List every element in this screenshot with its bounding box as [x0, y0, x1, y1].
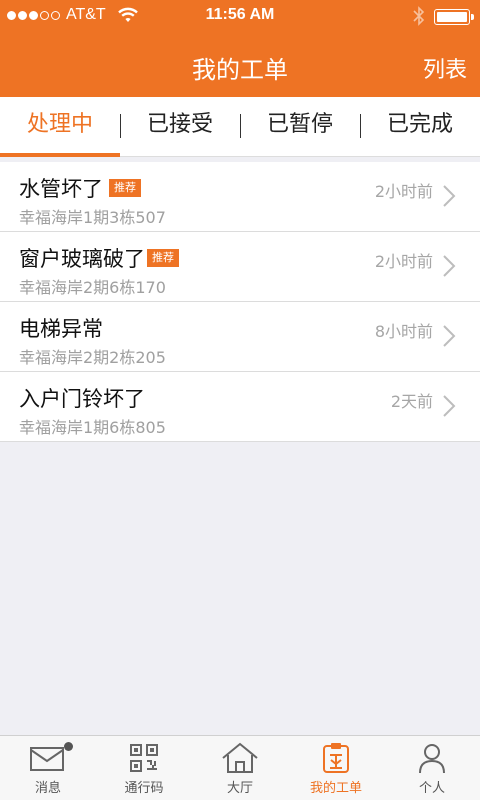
bottom-tab-bar: 消息 通行码 大厅 我的工单 个人	[0, 735, 480, 800]
qr-code-icon	[130, 744, 158, 772]
order-time: 2小时前	[374, 252, 433, 271]
order-address: 幸福海岸1期3栋507	[19, 208, 166, 227]
tab-completed[interactable]: 已完成	[360, 97, 480, 156]
status-tabs: 处理中 已接受 已暂停 已完成	[0, 97, 480, 157]
order-time: 2小时前	[374, 182, 433, 201]
order-title: 窗户玻璃破了	[19, 247, 145, 271]
tab-accepted[interactable]: 已接受	[120, 97, 240, 156]
recommend-badge: 推荐	[147, 249, 179, 267]
envelope-icon	[30, 747, 64, 771]
chevron-right-icon	[443, 395, 456, 417]
tabbar-item-messages[interactable]: 消息	[0, 736, 96, 800]
status-time: 11:56 AM	[205, 6, 275, 23]
tabbar-label: 个人	[418, 781, 445, 796]
chevron-right-icon	[443, 325, 456, 347]
recommend-badge: 推荐	[109, 179, 141, 197]
order-time: 2天前	[390, 392, 433, 411]
list-item[interactable]: 水管坏了 推荐 幸福海岸1期3栋507 2小时前	[0, 162, 480, 232]
bluetooth-icon	[413, 6, 425, 26]
page-title: 我的工单	[192, 56, 288, 84]
tabbar-label: 我的工单	[309, 781, 362, 796]
tab-processing[interactable]: 处理中	[0, 97, 120, 157]
tabbar-label: 消息	[34, 781, 61, 796]
order-title: 入户门铃坏了	[19, 387, 145, 411]
order-address: 幸福海岸2期2栋205	[19, 348, 166, 367]
order-address: 幸福海岸1期6栋805	[19, 418, 166, 437]
list-item[interactable]: 电梯异常 幸福海岸2期2栋205 8小时前	[0, 302, 480, 372]
battery-icon	[434, 9, 474, 25]
tabbar-item-hall[interactable]: 大厅	[192, 736, 288, 800]
list-item[interactable]: 入户门铃坏了 幸福海岸1期6栋805 2天前	[0, 372, 480, 442]
house-icon	[222, 742, 258, 773]
tab-paused[interactable]: 已暂停	[240, 97, 360, 156]
order-address: 幸福海岸2期6栋170	[19, 278, 166, 297]
tabbar-item-my-orders[interactable]: 我的工单	[288, 736, 384, 800]
person-icon	[419, 744, 445, 774]
chevron-right-icon	[443, 185, 456, 207]
list-item[interactable]: 窗户玻璃破了 推荐 幸福海岸2期6栋170 2小时前	[0, 232, 480, 302]
tabbar-label: 大厅	[226, 781, 253, 796]
order-title: 电梯异常	[19, 317, 103, 341]
tabbar-label: 通行码	[124, 781, 164, 796]
tabbar-item-personal[interactable]: 个人	[384, 736, 480, 800]
list-button[interactable]: 列表	[423, 52, 467, 84]
status-bar: AT&T 11:56 AM	[0, 0, 480, 34]
work-order-list: 水管坏了 推荐 幸福海岸1期3栋507 2小时前 窗户玻璃破了 推荐 幸福海岸2…	[0, 162, 480, 442]
work-order-icon	[323, 743, 349, 773]
header: AT&T 11:56 AM 我的工单 列表	[0, 0, 480, 97]
order-time: 8小时前	[374, 322, 433, 341]
chevron-right-icon	[443, 255, 456, 277]
order-title: 水管坏了	[19, 177, 103, 201]
unread-badge	[64, 742, 73, 751]
tabbar-item-passcode[interactable]: 通行码	[96, 736, 192, 800]
